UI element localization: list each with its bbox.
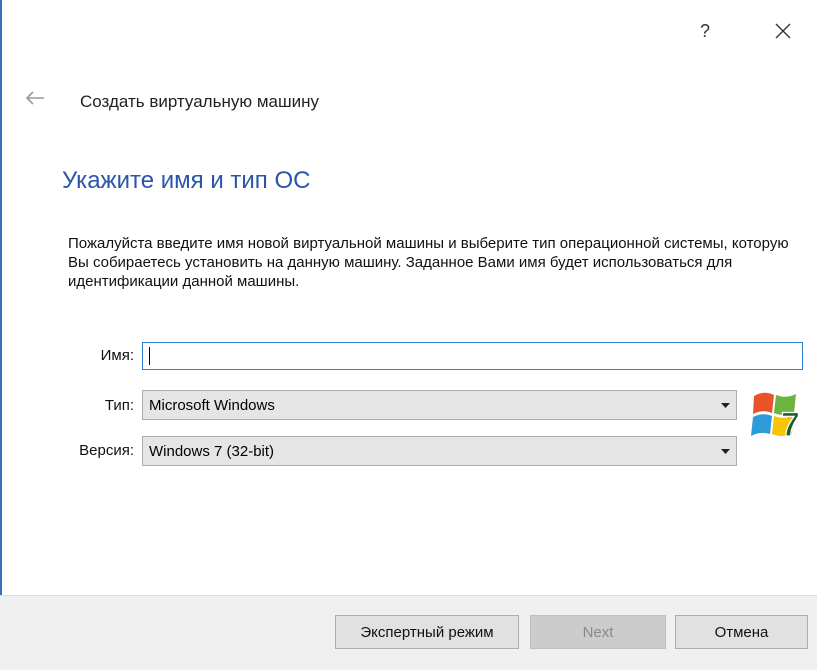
- version-label: Версия:: [79, 442, 134, 459]
- close-icon: [775, 23, 791, 39]
- os-type-value: Microsoft Windows: [149, 396, 275, 414]
- windows-7-logo-icon: 7: [748, 386, 806, 444]
- expert-mode-button[interactable]: Экспертный режим: [335, 615, 519, 649]
- page-description: Пожалуйста введите имя новой виртуальной…: [68, 235, 789, 290]
- help-button[interactable]: ?: [690, 16, 720, 46]
- os-type-select[interactable]: Microsoft Windows: [142, 390, 737, 420]
- os-version-value: Windows 7 (32-bit): [149, 442, 275, 460]
- help-icon: ?: [699, 20, 710, 41]
- dropdown-arrow-icon: [721, 448, 730, 454]
- cancel-button[interactable]: Отмена: [675, 615, 808, 649]
- name-label: Имя:: [100, 347, 134, 364]
- close-button[interactable]: [768, 16, 798, 46]
- page-heading: Укажите имя и тип ОС: [62, 167, 311, 194]
- window-edge: [0, 0, 2, 669]
- dropdown-arrow-icon: [721, 402, 730, 408]
- os-logo-text: 7: [781, 406, 800, 444]
- text-caret: [149, 347, 150, 365]
- create-vm-dialog: ? Создать виртуальную машину Укажите имя…: [0, 0, 817, 670]
- type-label: Тип:: [104, 397, 134, 414]
- vm-name-input[interactable]: [142, 342, 803, 370]
- back-arrow-icon[interactable]: [24, 90, 46, 106]
- os-version-select[interactable]: Windows 7 (32-bit): [142, 436, 737, 466]
- next-button[interactable]: Next: [530, 615, 666, 649]
- wizard-title: Создать виртуальную машину: [80, 92, 319, 111]
